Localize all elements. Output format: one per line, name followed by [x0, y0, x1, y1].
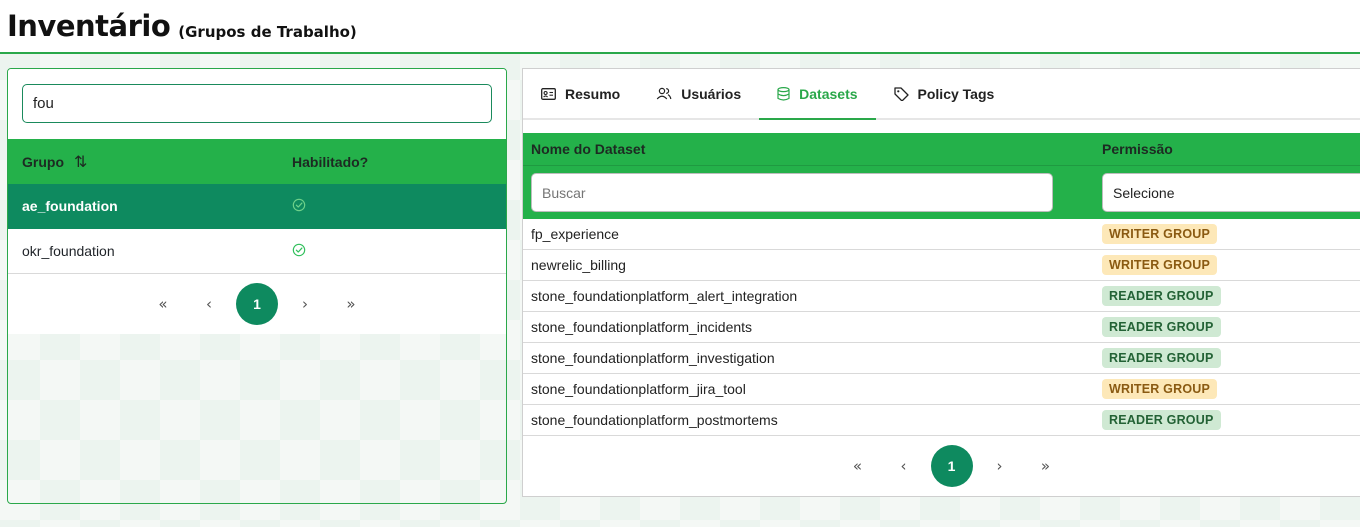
dataset-row[interactable]: stone_foundationplatform_alert_integrati…	[523, 281, 1360, 312]
details-panel: Resumo Usuários Datasets Policy Tags Nom…	[522, 68, 1360, 497]
groups-panel: Grupo ⇅ Habilitado? ae_foundation okr_fo…	[7, 68, 507, 504]
dataset-row[interactable]: stone_foundationplatform_jira_tool WRITE…	[523, 374, 1360, 405]
prev-page-button[interactable]: ‹	[186, 295, 232, 313]
group-row[interactable]: ae_foundation	[8, 184, 506, 229]
prev-page-button[interactable]: ‹	[881, 457, 927, 475]
dataset-name: stone_foundationplatform_postmortems	[531, 412, 778, 428]
tab-resumo[interactable]: Resumo	[523, 69, 638, 118]
tab-label: Datasets	[799, 85, 858, 102]
dataset-name: newrelic_billing	[531, 257, 626, 273]
sort-icon[interactable]: ⇅	[74, 152, 87, 172]
dataset-row[interactable]: stone_foundationplatform_incidents READE…	[523, 312, 1360, 343]
tab-label: Resumo	[565, 85, 621, 102]
first-page-button[interactable]: «	[140, 295, 186, 313]
page-header: Inventário (Grupos de Trabalho)	[0, 0, 1360, 54]
page-subtitle: (Grupos de Trabalho)	[178, 23, 357, 41]
permission-badge: READER GROUP	[1102, 317, 1221, 337]
tag-icon	[893, 86, 909, 101]
permission-badge: READER GROUP	[1102, 286, 1221, 306]
current-page-button[interactable]: 1	[930, 445, 973, 487]
last-page-button[interactable]: »	[328, 295, 374, 313]
group-column-label: Grupo	[22, 153, 64, 170]
dataset-name: stone_foundationplatform_alert_integrati…	[531, 288, 798, 304]
current-page-button[interactable]: 1	[236, 283, 278, 325]
permission-column-header: Permissão	[1102, 141, 1173, 157]
group-search-input[interactable]	[22, 84, 492, 123]
first-page-button[interactable]: «	[835, 457, 881, 475]
dataset-column-header: Nome do Dataset	[531, 141, 646, 157]
dataset-name: stone_foundationplatform_jira_tool	[531, 381, 746, 397]
next-page-button[interactable]: ›	[977, 457, 1023, 475]
permission-badge: READER GROUP	[1102, 348, 1221, 368]
check-circle-icon	[292, 243, 306, 256]
permission-select[interactable]: Selecione	[1102, 173, 1360, 212]
dataset-row[interactable]: stone_foundationplatform_postmortems REA…	[523, 405, 1360, 436]
dataset-row[interactable]: stone_foundationplatform_investigation R…	[523, 343, 1360, 374]
group-name: ae_foundation	[22, 198, 118, 214]
permission-badge: WRITER GROUP	[1102, 224, 1218, 244]
datasets-pagination: « ‹ 1 › »	[523, 436, 1360, 496]
group-name: okr_foundation	[22, 243, 115, 259]
permission-badge: READER GROUP	[1102, 410, 1221, 430]
permission-badge: WRITER GROUP	[1102, 255, 1218, 275]
group-search-wrap	[8, 69, 506, 139]
page-title: Inventário	[7, 9, 171, 43]
dataset-row[interactable]: newrelic_billing WRITER GROUP	[523, 250, 1360, 281]
check-circle-icon	[292, 198, 306, 211]
database-icon	[777, 86, 790, 101]
permission-badge: WRITER GROUP	[1102, 379, 1218, 399]
groups-pagination: « ‹ 1 › »	[8, 274, 506, 334]
last-page-button[interactable]: »	[1023, 457, 1069, 475]
dataset-search-input[interactable]	[531, 173, 1053, 212]
enabled-column-header: Habilitado?	[292, 153, 369, 170]
permission-select-value: Selecione	[1113, 184, 1175, 201]
dataset-name: stone_foundationplatform_incidents	[531, 319, 753, 335]
tab-datasets[interactable]: Datasets	[759, 69, 876, 120]
tab-label: Policy Tags	[917, 85, 995, 102]
dataset-row[interactable]: fp_experience WRITER GROUP	[523, 219, 1360, 250]
next-page-button[interactable]: ›	[282, 295, 328, 313]
groups-table-header: Grupo ⇅ Habilitado?	[8, 139, 506, 184]
dataset-name: stone_foundationplatform_investigation	[531, 350, 775, 366]
tab-usuarios[interactable]: Usuários	[638, 69, 759, 118]
users-icon	[656, 87, 672, 100]
tab-label: Usuários	[681, 85, 742, 102]
datasets-filter-row: Selecione	[523, 165, 1360, 219]
group-row[interactable]: okr_foundation	[8, 229, 506, 274]
tab-policy-tags[interactable]: Policy Tags	[876, 69, 1013, 118]
id-card-icon	[541, 87, 556, 100]
group-column-header[interactable]: Grupo ⇅	[8, 152, 278, 172]
dataset-name: fp_experience	[531, 226, 619, 242]
groups-panel-content: Grupo ⇅ Habilitado? ae_foundation okr_fo…	[8, 69, 506, 334]
details-tabs: Resumo Usuários Datasets Policy Tags	[523, 69, 1360, 120]
datasets-table-header: Nome do Dataset Permissão	[523, 133, 1360, 165]
